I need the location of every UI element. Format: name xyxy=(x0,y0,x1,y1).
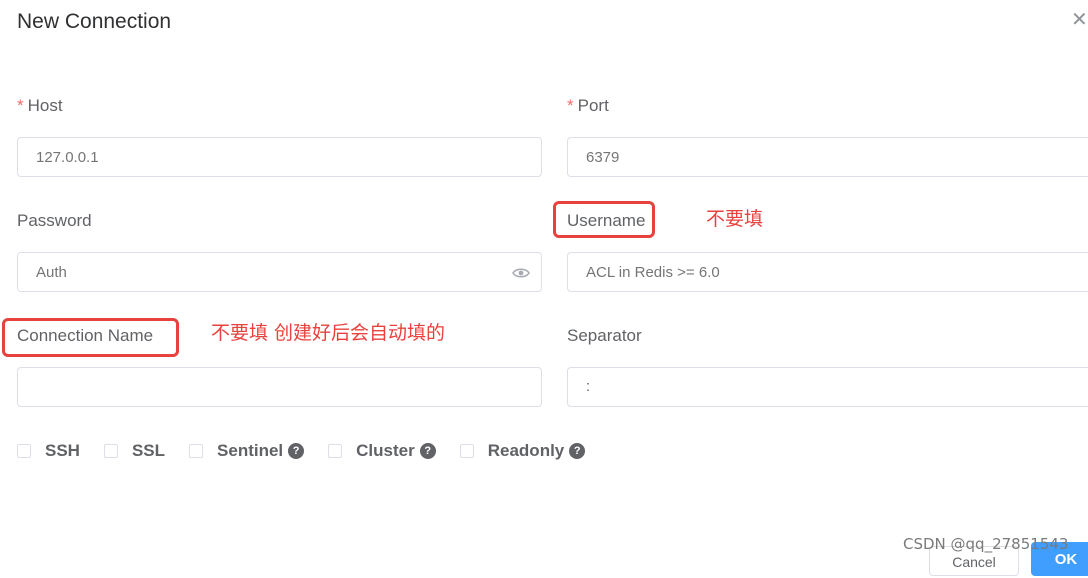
password-label: Password xyxy=(17,211,92,230)
username-label: Username xyxy=(567,211,646,230)
ssl-checkbox[interactable] xyxy=(103,444,118,458)
close-icon[interactable]: ✕ xyxy=(1071,10,1088,30)
username-input[interactable] xyxy=(567,252,1088,292)
option-readonly[interactable]: Readonly ? xyxy=(459,441,586,461)
option-label: Cluster xyxy=(356,441,415,460)
watermark: CSDN @qq_27851543 xyxy=(903,535,1069,553)
ssh-checkbox[interactable] xyxy=(17,444,31,458)
host-label: * Host xyxy=(17,96,63,115)
readonly-checkbox[interactable] xyxy=(459,444,474,458)
dialog-title: New Connection xyxy=(17,10,172,33)
option-cluster[interactable]: Cluster ? xyxy=(328,441,436,461)
username-annotation: 不要填 xyxy=(706,208,764,230)
eye-icon[interactable] xyxy=(512,266,530,284)
connection-name-input[interactable] xyxy=(17,367,542,407)
option-label: SSL xyxy=(131,441,166,460)
question-circle-icon[interactable]: ? xyxy=(288,443,305,459)
option-sentinel[interactable]: Sentinel ? xyxy=(189,441,305,461)
connection-name-label: Connection Name xyxy=(17,326,154,345)
question-circle-icon[interactable]: ? xyxy=(569,443,586,459)
host-input[interactable] xyxy=(17,137,542,177)
option-label: SSH xyxy=(45,441,80,460)
required-mark: * xyxy=(17,96,24,115)
sentinel-checkbox[interactable] xyxy=(189,444,204,458)
separator-label: Separator xyxy=(567,326,642,345)
port-input[interactable] xyxy=(567,137,1088,177)
required-mark: * xyxy=(567,96,574,115)
connection-name-annotation: 不要填 创建好后会自动填的 xyxy=(211,322,446,344)
option-label: Sentinel xyxy=(217,441,284,460)
option-ssl[interactable]: SSL xyxy=(103,441,166,461)
option-label: Readonly xyxy=(487,441,565,460)
password-input[interactable] xyxy=(17,252,542,292)
cluster-checkbox[interactable] xyxy=(328,444,343,458)
option-ssh[interactable]: SSH xyxy=(17,441,80,461)
question-circle-icon[interactable]: ? xyxy=(419,443,436,459)
separator-input[interactable]: : xyxy=(567,367,1088,407)
port-label: * Port xyxy=(567,96,609,115)
options-row: SSH SSL Sentinel ? Cluster ? Readonly ? xyxy=(17,440,609,462)
